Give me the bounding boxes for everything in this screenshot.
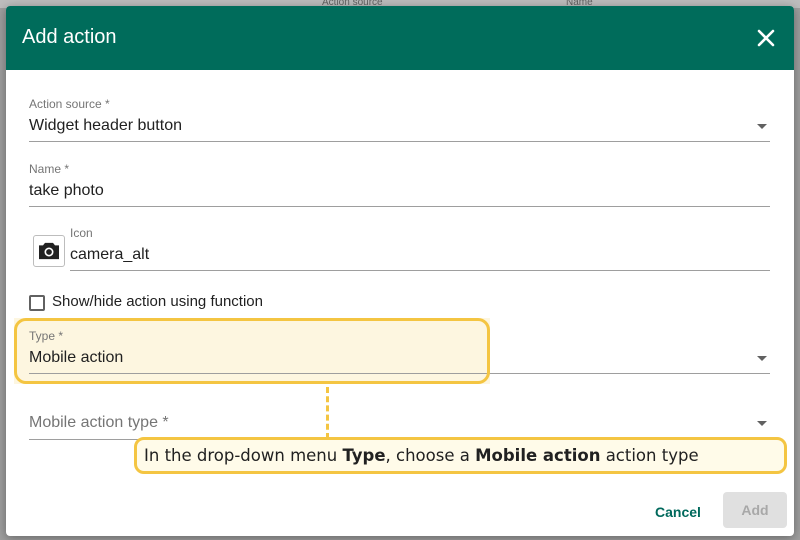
add-action-dialog: Add action Action source * Widget header…: [6, 6, 794, 536]
action-source-chevron-down-icon: [757, 124, 767, 129]
callout-text-2: , choose a: [385, 446, 476, 465]
callout-bold-type: Type: [342, 446, 386, 465]
name-field[interactable]: Name * take photo: [29, 161, 770, 209]
dialog-title: Add action: [22, 26, 117, 48]
show-hide-checkbox[interactable]: [29, 295, 45, 311]
icon-label: Icon: [70, 226, 93, 240]
action-source-underline: [29, 141, 770, 142]
add-button[interactable]: Add: [723, 492, 787, 528]
callout-text-1: In the drop-down menu: [144, 446, 343, 465]
mobile-action-type-placeholder: Mobile action type *: [29, 414, 169, 431]
action-source-label: Action source *: [29, 97, 110, 111]
icon-value: camera_alt: [70, 246, 150, 263]
type-chevron-down-icon: [757, 356, 767, 361]
camera-icon: [39, 242, 59, 260]
show-hide-label: Show/hide action using function: [52, 293, 263, 310]
mobile-action-type-select[interactable]: Mobile action type *: [29, 394, 770, 442]
callout-connector: [326, 387, 329, 439]
icon-field[interactable]: Icon camera_alt: [70, 225, 770, 273]
mobile-action-type-chevron-down-icon: [757, 421, 767, 426]
dialog-header: Add action: [6, 6, 794, 70]
close-button[interactable]: [752, 24, 780, 52]
tutorial-callout: In the drop-down menu Type, choose a Mob…: [134, 437, 787, 474]
type-highlight-frame: [14, 318, 490, 384]
callout-bold-mobile-action: Mobile action: [475, 446, 601, 465]
name-value: take photo: [29, 182, 104, 199]
close-icon: [757, 29, 775, 47]
action-source-value: Widget header button: [29, 117, 182, 134]
action-source-select[interactable]: Action source * Widget header button: [29, 96, 770, 144]
name-underline: [29, 206, 770, 207]
callout-text-3: action type: [600, 446, 699, 465]
icon-underline: [70, 270, 770, 271]
icon-picker-button[interactable]: [33, 235, 65, 267]
name-label: Name *: [29, 162, 70, 176]
cancel-button[interactable]: Cancel: [646, 494, 710, 530]
